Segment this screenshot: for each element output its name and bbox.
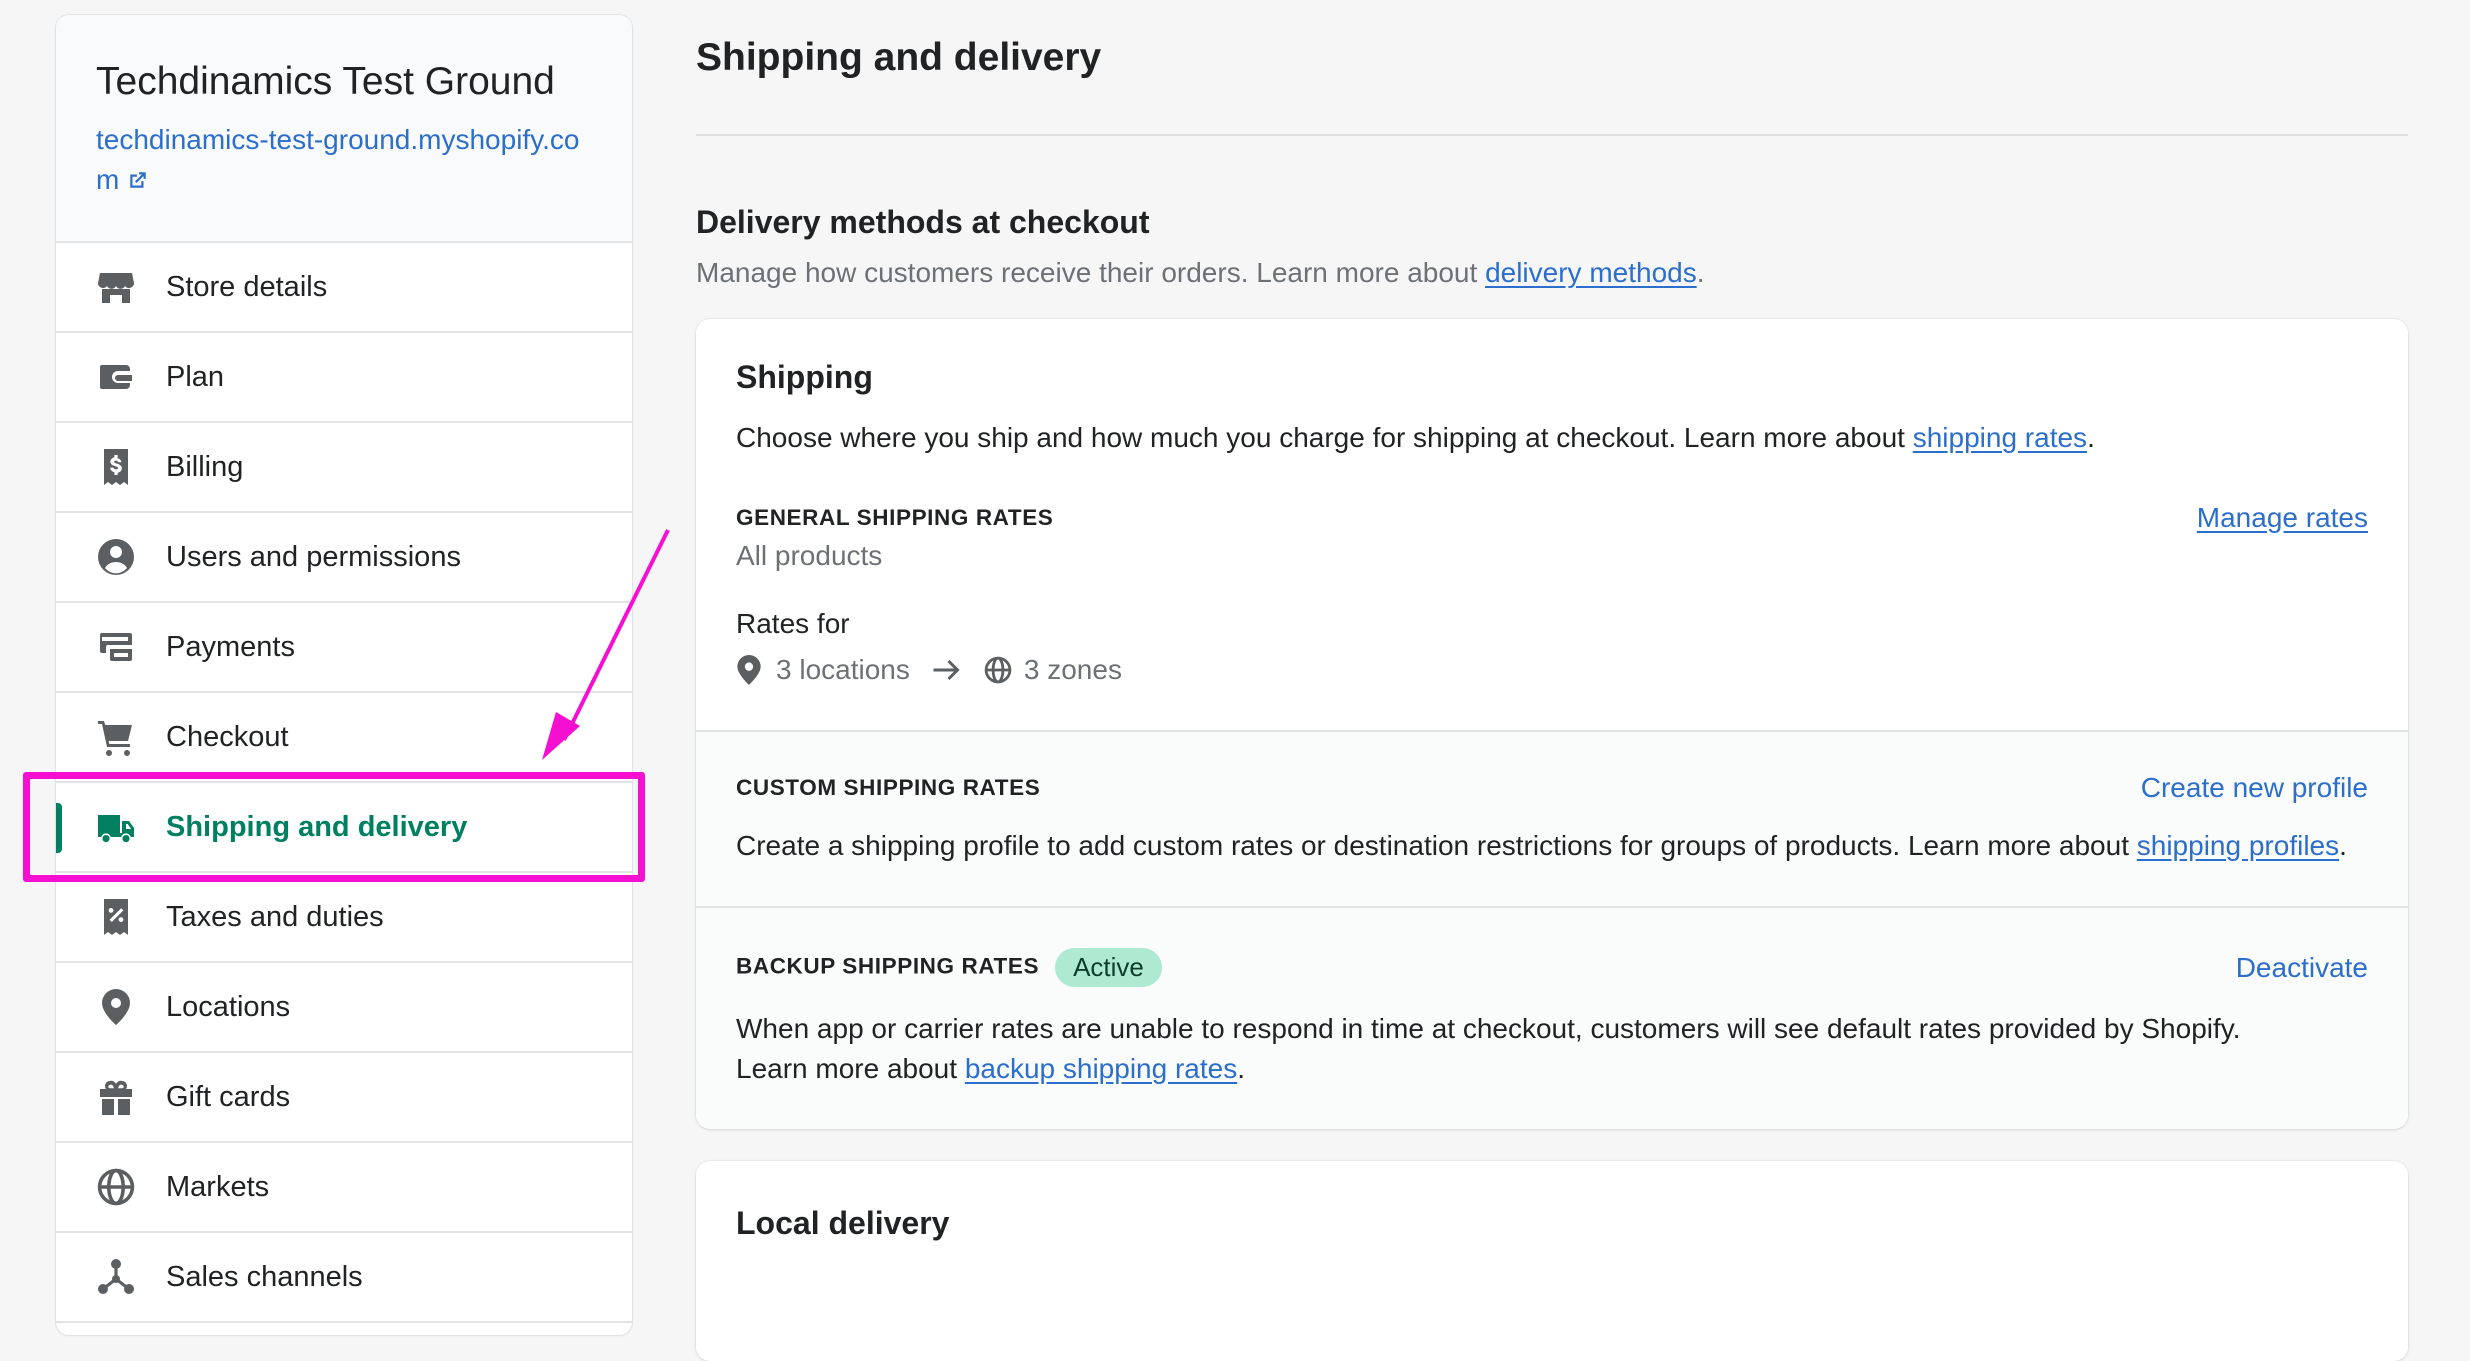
zones-count: 3 zones [1023, 654, 1122, 685]
backup-rates-header: BACKUP SHIPPING RATES Active Deactivate [736, 948, 2368, 987]
sidebar-item-label: Payments [166, 630, 295, 663]
custom-rates-description: Create a shipping profile to add custom … [736, 826, 2368, 866]
section-title: Delivery methods at checkout [696, 204, 1150, 240]
sidebar-item-checkout[interactable]: Checkout [56, 693, 632, 783]
settings-sidebar: Techdinamics Test Ground techdinamics-te… [55, 14, 633, 1336]
manage-rates-link[interactable]: Manage rates [2197, 502, 2368, 534]
sidebar-item-label: Taxes and duties [166, 900, 384, 933]
gift-icon [96, 1077, 136, 1117]
sidebar-item-locations[interactable]: Locations [56, 963, 632, 1053]
sidebar-item-label: Checkout [166, 720, 289, 753]
store-name: Techdinamics Test Ground [96, 60, 555, 103]
main-content: Shipping and delivery Delivery methods a… [696, 0, 2408, 1361]
backup-desc-line1: When app or carrier rates are unable to … [736, 1013, 2241, 1044]
sidebar-item-payments[interactable]: Payments [56, 603, 632, 693]
sidebar-item-taxes-and-duties[interactable]: Taxes and duties [56, 873, 632, 963]
section-description: Manage how customers receive their order… [696, 257, 2408, 289]
delivery-methods-link[interactable]: delivery methods [1485, 257, 1697, 288]
backup-shipping-rates-link[interactable]: backup shipping rates [965, 1053, 1237, 1084]
sidebar-item-shipping-and-delivery[interactable]: Shipping and delivery [56, 783, 632, 873]
custom-rates-header: CUSTOM SHIPPING RATES Create new profile [736, 772, 2368, 804]
sidebar-item-billing[interactable]: Billing [56, 423, 632, 513]
backup-rates-heading-text: BACKUP SHIPPING RATES [736, 953, 1040, 979]
sidebar-item-store-details[interactable]: Store details [56, 243, 632, 333]
sidebar-item-sales-channels[interactable]: Sales channels [56, 1233, 632, 1323]
sidebar-item-label: Markets [166, 1170, 270, 1203]
payments-icon [96, 627, 136, 667]
location-pin-icon [737, 655, 761, 685]
rates-for-label: Rates for [736, 608, 850, 639]
shipping-rates-link[interactable]: shipping rates [1913, 422, 2087, 453]
general-rates-subtitle: All products [736, 540, 883, 571]
sidebar-item-label: Store details [166, 270, 328, 303]
shipping-desc-text: Choose where you ship and how much you c… [736, 422, 1913, 453]
external-link-icon [130, 172, 147, 188]
shipping-card-description: Choose where you ship and how much you c… [736, 418, 2368, 458]
sidebar-item-label: Users and permissions [166, 540, 461, 573]
general-rates-heading: GENERAL SHIPPING RATES [736, 505, 1054, 530]
billing-receipt-icon [96, 447, 136, 487]
custom-desc-suffix: . [2339, 830, 2347, 861]
local-delivery-card: Local delivery [696, 1161, 2408, 1361]
sidebar-item-gift-cards[interactable]: Gift cards [56, 1053, 632, 1143]
globe-icon [96, 1167, 136, 1207]
sidebar-item-label: Sales channels [166, 1260, 363, 1293]
deactivate-link[interactable]: Deactivate [2236, 952, 2368, 984]
backup-desc-text: Learn more about [736, 1053, 965, 1084]
store-header: Techdinamics Test Ground techdinamics-te… [56, 15, 632, 243]
status-badge: Active [1055, 948, 1162, 987]
section-desc-text: Manage how customers receive their order… [696, 257, 1486, 288]
locations-count: 3 locations [776, 654, 910, 685]
shipping-profiles-link[interactable]: shipping profiles [2137, 830, 2339, 861]
page-title: Shipping and delivery [696, 0, 2408, 136]
tax-receipt-icon [96, 897, 136, 937]
sidebar-item-markets[interactable]: Markets [56, 1143, 632, 1233]
sidebar-item-label: Shipping and delivery [166, 810, 468, 843]
backup-desc-suffix: . [1237, 1053, 1245, 1084]
shipping-card: Shipping Choose where you ship and how m… [696, 319, 2408, 1129]
store-icon [96, 267, 136, 307]
custom-rates-section: CUSTOM SHIPPING RATES Create new profile… [696, 730, 2408, 906]
location-pin-icon [96, 987, 136, 1027]
globe-icon [984, 656, 1012, 684]
cart-icon [96, 717, 136, 757]
wallet-icon [96, 357, 136, 397]
backup-rates-heading: BACKUP SHIPPING RATES Active [736, 948, 1162, 987]
store-url-text: techdinamics-test-ground.myshopify.com [96, 123, 580, 195]
shipping-card-title: Shipping [736, 359, 873, 395]
section-desc-suffix: . [1696, 257, 1705, 288]
sidebar-item-label: Gift cards [166, 1080, 291, 1113]
sidebar-item-users-and-permissions[interactable]: Users and permissions [56, 513, 632, 603]
shipping-general-section: Shipping Choose where you ship and how m… [696, 319, 2408, 730]
backup-rates-section: BACKUP SHIPPING RATES Active Deactivate W… [696, 906, 2408, 1129]
store-url-link[interactable]: techdinamics-test-ground.myshopify.com [96, 120, 596, 200]
sidebar-item-plan[interactable]: Plan [56, 333, 632, 423]
settings-nav: Store details Plan Billing Users and per… [56, 243, 632, 1323]
channels-icon [96, 1257, 136, 1297]
shipping-desc-suffix: . [2087, 422, 2095, 453]
general-rates-header: GENERAL SHIPPING RATES Manage rates [736, 502, 2368, 534]
sidebar-item-label: Locations [166, 990, 291, 1023]
rates-summary: 3 locations 3 zones [736, 654, 2368, 686]
user-circle-icon [96, 537, 136, 577]
create-new-profile-link[interactable]: Create new profile [2141, 772, 2368, 804]
backup-rates-description: When app or carrier rates are unable to … [736, 1009, 2368, 1089]
arrow-right-icon [933, 659, 960, 681]
truck-icon [96, 807, 136, 847]
sidebar-item-label: Billing [166, 450, 244, 483]
custom-rates-heading: CUSTOM SHIPPING RATES [736, 775, 1041, 800]
local-delivery-title: Local delivery [736, 1205, 950, 1241]
custom-desc-text: Create a shipping profile to add custom … [736, 830, 2137, 861]
sidebar-item-label: Plan [166, 360, 225, 393]
